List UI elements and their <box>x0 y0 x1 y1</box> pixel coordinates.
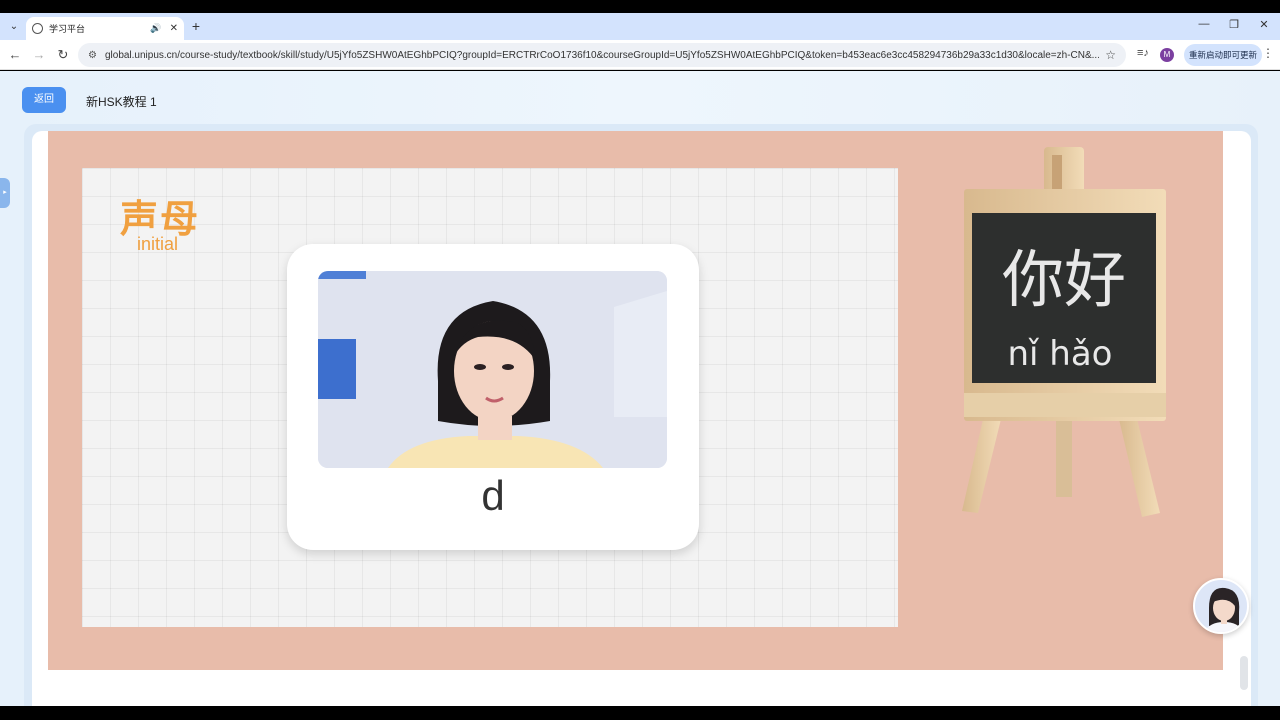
easel-hanzi-text: 你好 <box>1002 243 1126 316</box>
tab-active[interactable]: 学习平台 🔊 ✕ <box>26 17 184 40</box>
top-letterbox <box>0 0 1280 13</box>
flash-card: d <box>287 244 699 550</box>
speaker-icon[interactable]: 🔊 <box>150 23 161 34</box>
update-button[interactable]: 重新启动即可更新 <box>1184 44 1262 66</box>
initial-letter: d <box>481 472 505 519</box>
initial-heading-en: initial <box>137 234 179 254</box>
bookmark-star-icon[interactable]: ☆ <box>1105 48 1116 62</box>
tab-strip: ⌄ 学习平台 🔊 ✕ + — ❐ ✕ <box>0 13 1280 40</box>
teacher-video-frame <box>318 271 667 468</box>
profile-avatar[interactable]: M <box>1160 48 1174 62</box>
new-tab-icon[interactable]: + <box>188 18 204 34</box>
assistant-avatar-button[interactable] <box>1193 578 1249 634</box>
reload-icon[interactable]: ↻ <box>54 46 72 64</box>
site-info-icon[interactable]: ⚙ <box>88 50 97 61</box>
chalkboard-easel: 你好 nǐ hǎo <box>956 145 1174 525</box>
minimize-icon[interactable]: — <box>1196 18 1212 30</box>
tab-search-icon[interactable]: ⌄ <box>6 18 22 34</box>
easel-pinyin-text: nǐ hǎo <box>1008 334 1113 374</box>
tab-title: 学习平台 <box>49 24 86 34</box>
media-control-icon[interactable]: ≡♪ <box>1137 47 1149 59</box>
restore-icon[interactable]: ❐ <box>1226 18 1242 31</box>
grid-board: 声母 initial d <box>82 168 898 627</box>
course-title: 新HSK教程 1 <box>86 95 157 109</box>
side-panel-toggle[interactable]: ▸ <box>0 178 10 208</box>
globe-icon <box>32 23 43 34</box>
video-player[interactable]: 声母 initial d 你好 nǐ hǎo <box>48 131 1223 670</box>
address-bar[interactable]: ⚙ global.unipus.cn/course-study/textbook… <box>78 43 1126 67</box>
forward-arrow-icon[interactable]: → <box>30 46 48 64</box>
scrollbar-thumb[interactable] <box>1240 656 1248 690</box>
window-close-icon[interactable]: ✕ <box>1256 18 1272 31</box>
menu-kebab-icon[interactable]: ⋮ <box>1262 46 1274 60</box>
back-arrow-icon[interactable]: ← <box>6 46 24 64</box>
bottom-letterbox <box>0 706 1280 720</box>
url-text[interactable]: global.unipus.cn/course-study/textbook/s… <box>105 50 1099 61</box>
browser-toolbar: ← → ↻ ⚙ global.unipus.cn/course-study/te… <box>0 40 1280 70</box>
close-tab-icon[interactable]: ✕ <box>170 23 178 34</box>
back-button[interactable]: 返回 <box>22 87 66 113</box>
page-content: 返回 新HSK教程 1 ▸ 声母 initial d 你好 nǐ hǎo <box>0 71 1280 706</box>
